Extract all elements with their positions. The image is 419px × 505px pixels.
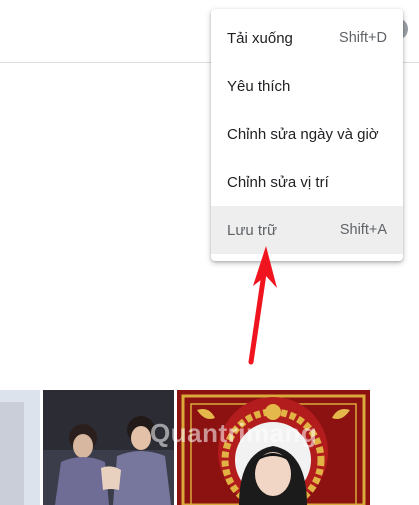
menu-item-shortcut: Shift+A	[339, 222, 387, 238]
menu-item-archive[interactable]: Lưu trữ Shift+A	[211, 206, 403, 254]
menu-item-download[interactable]: Tải xuống Shift+D	[211, 14, 403, 62]
menu-item-favorite[interactable]: Yêu thích	[211, 62, 403, 110]
menu-item-edit-date-time[interactable]: Chỉnh sửa ngày và giờ	[211, 110, 403, 158]
menu-item-label: Tải xuống	[227, 29, 293, 47]
menu-item-edit-location[interactable]: Chỉnh sửa vị trí	[211, 158, 403, 206]
menu-item-label: Lưu trữ	[227, 221, 278, 239]
photo-content	[0, 402, 24, 505]
context-menu: Tải xuống Shift+D Yêu thích Chỉnh sửa ng…	[211, 9, 403, 261]
menu-item-label: Yêu thích	[227, 77, 291, 95]
menu-item-shortcut: Shift+D	[339, 30, 387, 46]
watermark-text: Quantrimang	[150, 418, 318, 448]
photo-thumbnail[interactable]	[0, 390, 40, 505]
menu-item-label: Chỉnh sửa ngày và giờ	[227, 125, 379, 143]
menu-item-label: Chỉnh sửa vị trí	[227, 173, 329, 191]
